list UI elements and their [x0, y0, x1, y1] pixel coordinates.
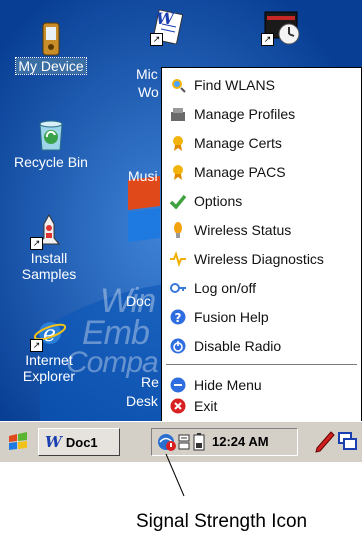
callout-leader-line — [165, 453, 185, 497]
signal-strength-caption: Signal Strength Icon — [136, 511, 308, 532]
